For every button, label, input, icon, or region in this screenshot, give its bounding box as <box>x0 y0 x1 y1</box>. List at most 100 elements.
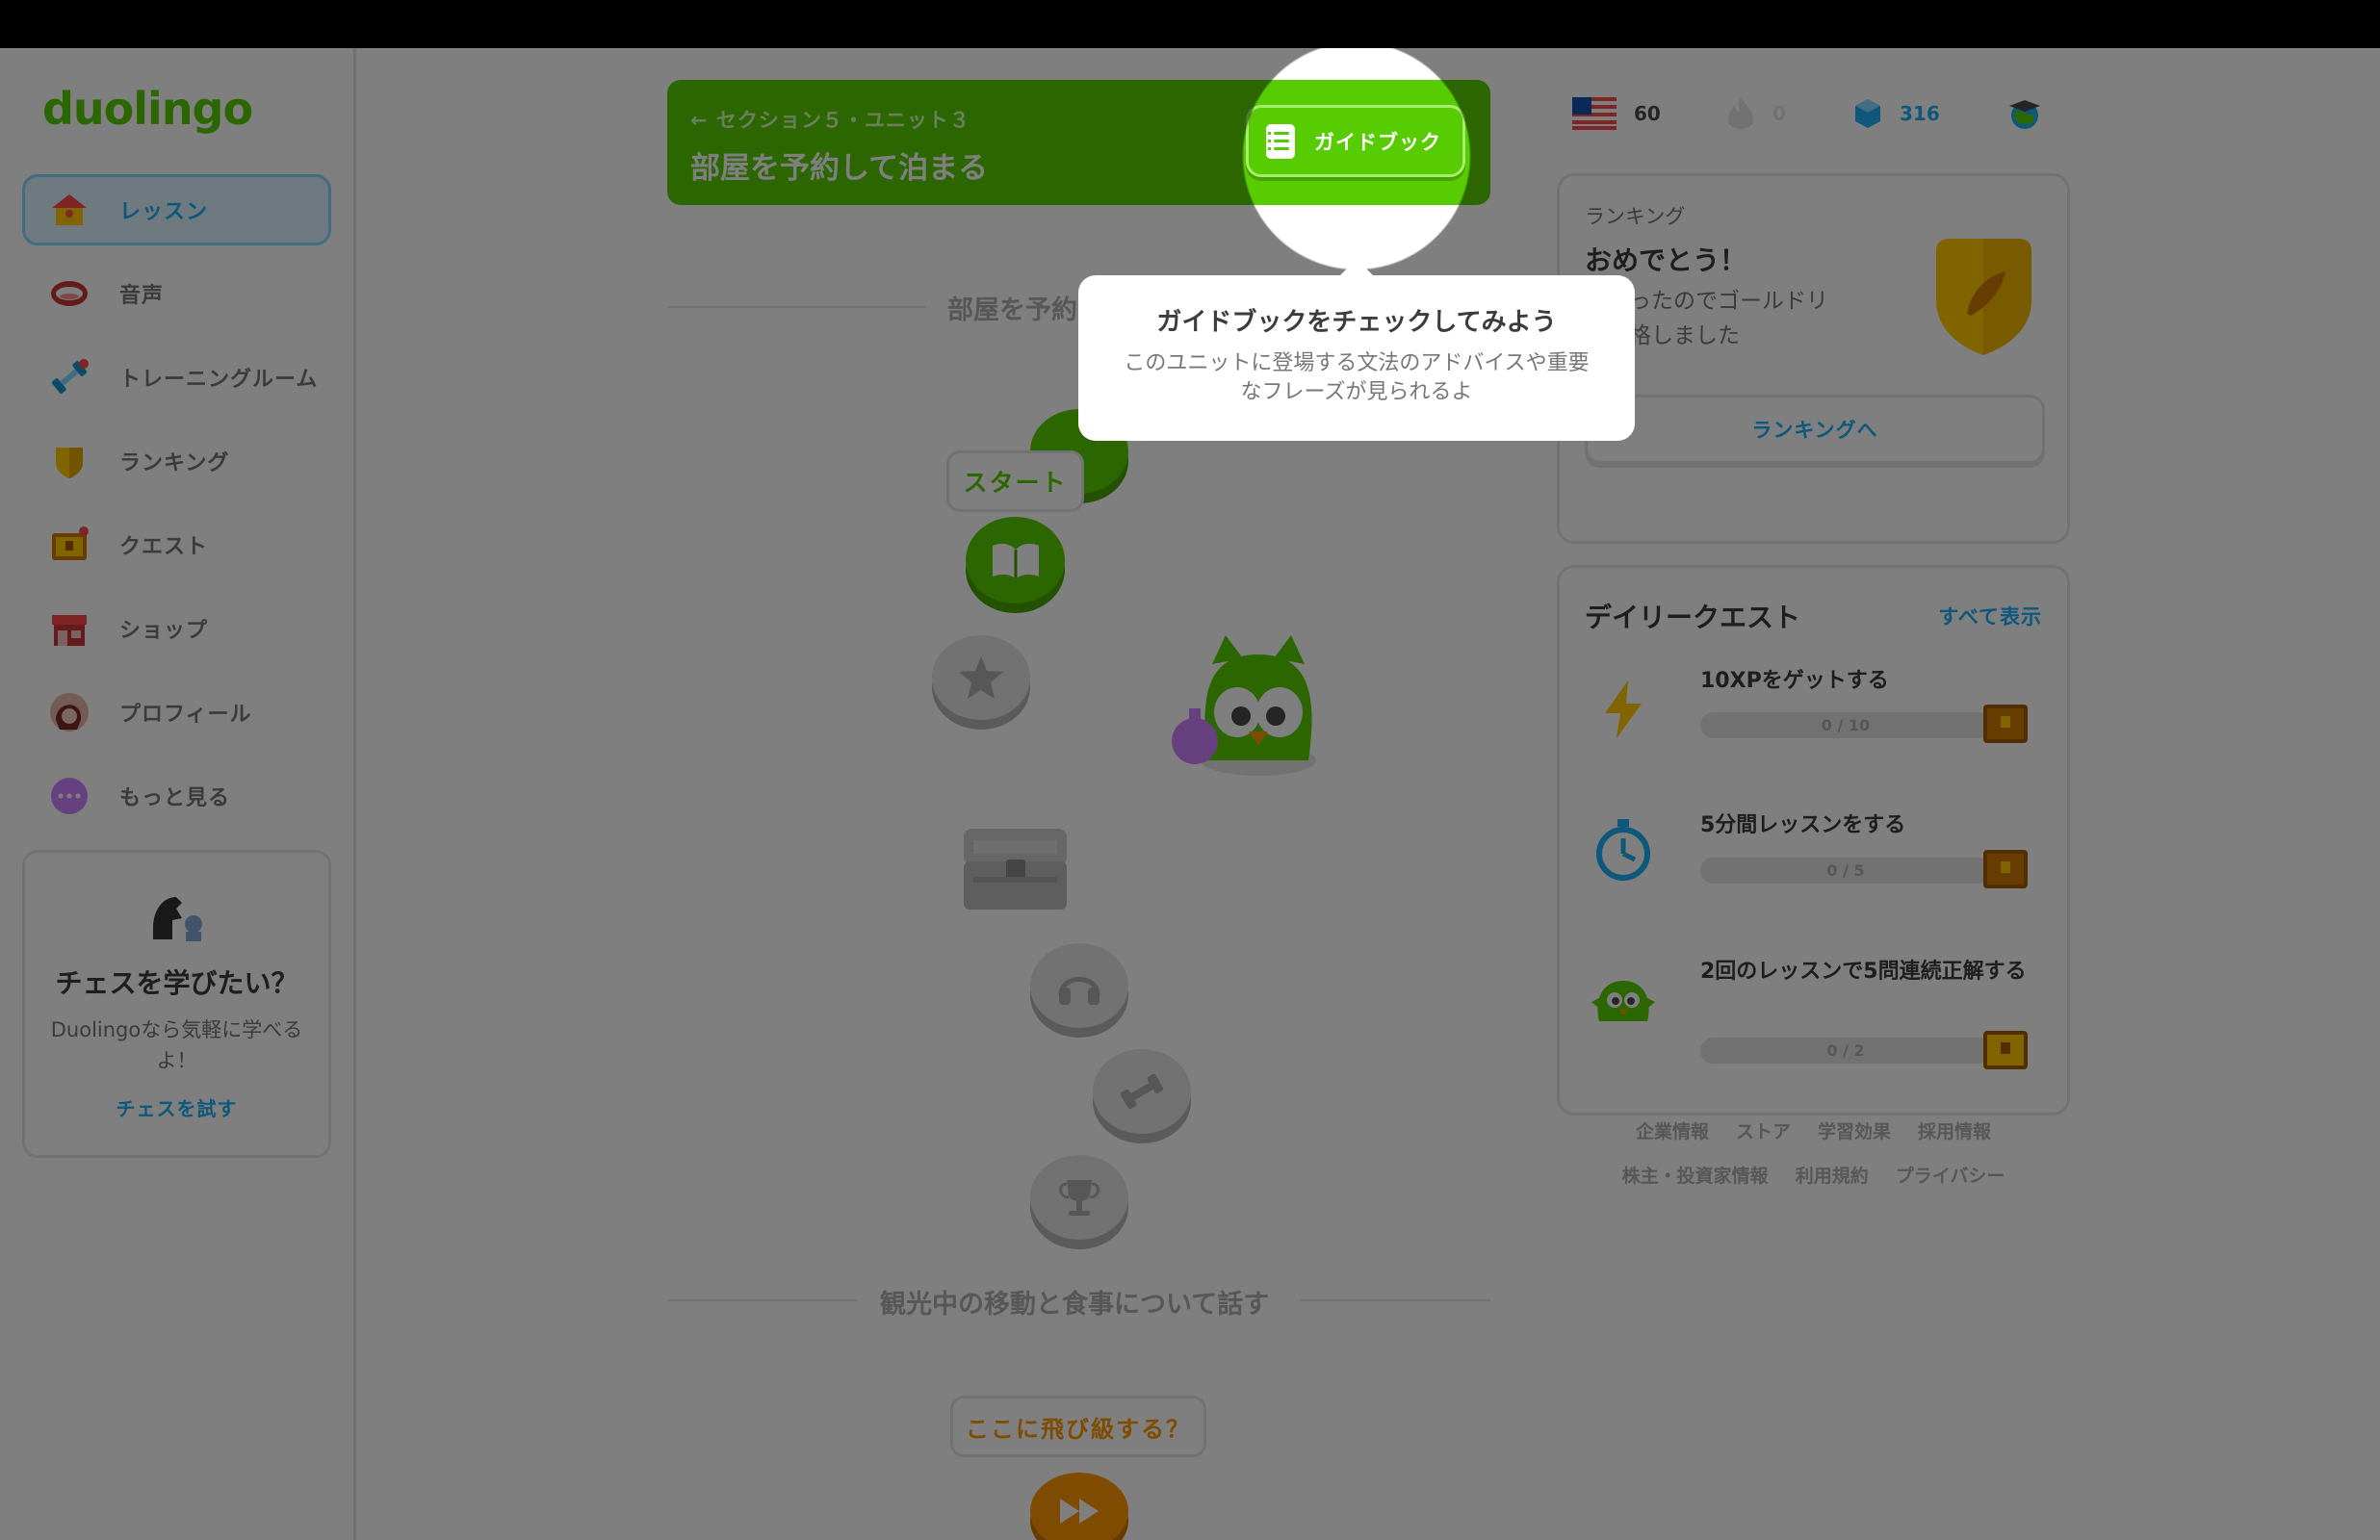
section-title: 部屋を予約 <box>947 295 1077 325</box>
more-icon <box>48 775 91 817</box>
dumbbell-icon <box>1120 1073 1164 1110</box>
skip-ahead-bubble: ここに飛び級する？ <box>950 1396 1206 1457</box>
sidebar-item-training[interactable]: トレーニングルーム <box>22 342 331 413</box>
quest-item: 5分間レッスンをする 0 / 5 <box>1585 804 2045 919</box>
quest-title: 2回のレッスンで5問連続正解する <box>1700 960 2027 984</box>
super-stat[interactable] <box>2005 91 2044 136</box>
sidebar-item-profile[interactable]: プロフィール <box>22 677 331 748</box>
footer-link[interactable]: 採用情報 <box>1918 1121 1991 1142</box>
ranking-button[interactable]: ランキングへ <box>1585 395 2045 464</box>
locked-trophy-node[interactable] <box>1030 1155 1128 1240</box>
sidebar-item-audio[interactable]: 音声 <box>22 258 331 329</box>
quest-chest-icon <box>1981 701 2030 747</box>
sidebar-item-label: ランキング <box>119 451 230 475</box>
footer-links: 企業情報 ストア 学習効果 採用情報 株主・投資家情報 利用規約 プライバシー <box>1557 1110 2070 1198</box>
owl-icon <box>1585 963 1662 1040</box>
chess-promo-text: Duolingoなら気軽に学べるよ！ <box>50 1018 303 1072</box>
unit-subtitle[interactable]: ← セクション５・ユニット３ <box>690 105 970 134</box>
gem-icon <box>1855 99 1880 128</box>
quest-item: 10XPをゲットする 0 / 10 <box>1585 659 2045 775</box>
current-lesson-node[interactable] <box>966 517 1065 603</box>
quest-chest-icon <box>1981 846 2030 892</box>
gems-count: 316 <box>1900 102 1940 125</box>
star-icon <box>959 656 1003 699</box>
sidebar-item-label: ショップ <box>119 619 209 643</box>
app-window: duolingo レッスン 音声 トレーニングルーム ランキング クエスト ショ… <box>0 48 2380 1540</box>
sidebar-item-shop[interactable]: ショップ <box>22 593 331 664</box>
unit-subtitle-text: セクション５・ユニット３ <box>715 109 970 132</box>
footer-link[interactable]: プライバシー <box>1896 1166 2005 1187</box>
quest-title: 10XPをゲットする <box>1700 669 1889 693</box>
footer-link[interactable]: 利用規約 <box>1796 1166 1869 1187</box>
chess-knight-icon <box>143 889 211 947</box>
sidebar-item-label: もっと見る <box>119 786 231 810</box>
quests-title: デイリークエスト <box>1585 602 1801 633</box>
quest-progress-bar: 0 / 2 <box>1700 1038 1991 1064</box>
quest-item: 2回のレッスンで5問連続正解する 0 / 2 <box>1585 950 2045 1085</box>
quest-title: 5分間レッスンをする <box>1700 813 1906 837</box>
us-flag-icon <box>1572 97 1617 130</box>
skip-ahead-node[interactable] <box>1030 1473 1128 1540</box>
section-divider-line <box>667 1299 858 1301</box>
book-icon <box>992 543 1039 578</box>
footer-link[interactable]: 学習効果 <box>1818 1121 1891 1142</box>
tooltip-title: ガイドブックをチェックしてみよう <box>1156 308 1557 337</box>
sidebar-item-label: レッスン <box>119 200 209 224</box>
ranking-label: ランキング <box>1585 205 1686 228</box>
globe-icon <box>2009 100 2040 129</box>
unit-title: 部屋を予約して泊まる <box>690 151 989 186</box>
sidebar-item-label: クエスト <box>119 535 209 559</box>
daily-quests-card: デイリークエスト すべて表示 10XPをゲットする 0 / 10 5分間レッスン… <box>1557 565 2070 1116</box>
treasure-chest-icon <box>964 829 1067 910</box>
duo-owl-mascot <box>1170 616 1333 780</box>
next-section-title: 観光中の移動と食事について話す <box>880 1290 1270 1320</box>
footer-row: 株主・投資家情報 利用規約 プライバシー <box>1557 1154 2070 1198</box>
sidebar-item-label: トレーニングルーム <box>119 368 319 392</box>
locked-star-node[interactable] <box>932 635 1030 720</box>
footer-link[interactable]: 企業情報 <box>1636 1121 1709 1142</box>
quest-progress-bar: 0 / 5 <box>1700 858 1991 884</box>
locked-listening-node[interactable] <box>1030 943 1128 1028</box>
mouth-icon <box>48 272 91 315</box>
locked-chest-node[interactable] <box>960 823 1071 914</box>
unit-header: ← セクション５・ユニット３ 部屋を予約して泊まる ガイドブック <box>667 80 1490 205</box>
sidebar-item-more[interactable]: もっと見る <box>22 760 331 832</box>
notebook-icon <box>1264 122 1297 161</box>
guidebook-label: ガイドブック <box>1314 130 1441 154</box>
sidebar-item-quests[interactable]: クエスト <box>22 509 331 580</box>
dumbbell-icon <box>48 356 91 398</box>
chess-promo-title: チェスを学びたい？ <box>55 967 298 999</box>
locked-practice-node[interactable] <box>1093 1049 1191 1134</box>
flame-icon <box>1728 98 1753 129</box>
timer-icon <box>1585 811 1662 888</box>
duolingo-logo[interactable]: duolingo <box>42 83 253 135</box>
course-stat[interactable]: 60 <box>1572 91 1661 136</box>
try-chess-link[interactable]: チェスを試す <box>25 1093 328 1121</box>
stats-bar: 60 0 316 <box>1572 91 2073 140</box>
back-arrow-icon: ← <box>690 109 716 132</box>
streak-count: 0 <box>1772 102 1786 125</box>
sidebar-item-label: プロフィール <box>119 703 252 727</box>
chest-icon <box>48 524 91 566</box>
streak-stat[interactable]: 0 <box>1726 91 1786 136</box>
sidebar-item-ranking[interactable]: ランキング <box>22 425 331 497</box>
shop-icon <box>48 607 91 650</box>
gold-league-shield-icon <box>1928 237 2039 357</box>
sidebar-item-lessons[interactable]: レッスン <box>22 174 331 245</box>
quest-progress-bar: 0 / 10 <box>1700 712 1991 738</box>
guidebook-tooltip: ガイドブックをチェックしてみよう このユニットに登場する文法のアドバイスや重要な… <box>1078 275 1635 441</box>
view-all-link[interactable]: すべて表示 <box>1938 602 2042 630</box>
trophy-icon <box>1059 1180 1099 1216</box>
footer-link[interactable]: ストア <box>1736 1121 1791 1142</box>
shield-icon <box>48 440 91 482</box>
footer-link[interactable]: 株主・投資家情報 <box>1622 1166 1769 1187</box>
fast-forward-icon <box>1060 1499 1099 1524</box>
headphones-icon <box>1058 977 1100 1005</box>
guidebook-button[interactable]: ガイドブック <box>1246 105 1465 177</box>
start-bubble: スタート <box>946 450 1084 512</box>
sidebar: duolingo レッスン 音声 トレーニングルーム ランキング クエスト ショ… <box>0 48 356 1540</box>
gems-stat[interactable]: 316 <box>1853 91 1940 136</box>
tooltip-text: このユニットに登場する文法のアドバイスや重要なフレーズが見られるよ <box>1124 351 1590 404</box>
course-count: 60 <box>1634 102 1661 125</box>
ranking-title: おめでとう！ <box>1585 244 1747 276</box>
